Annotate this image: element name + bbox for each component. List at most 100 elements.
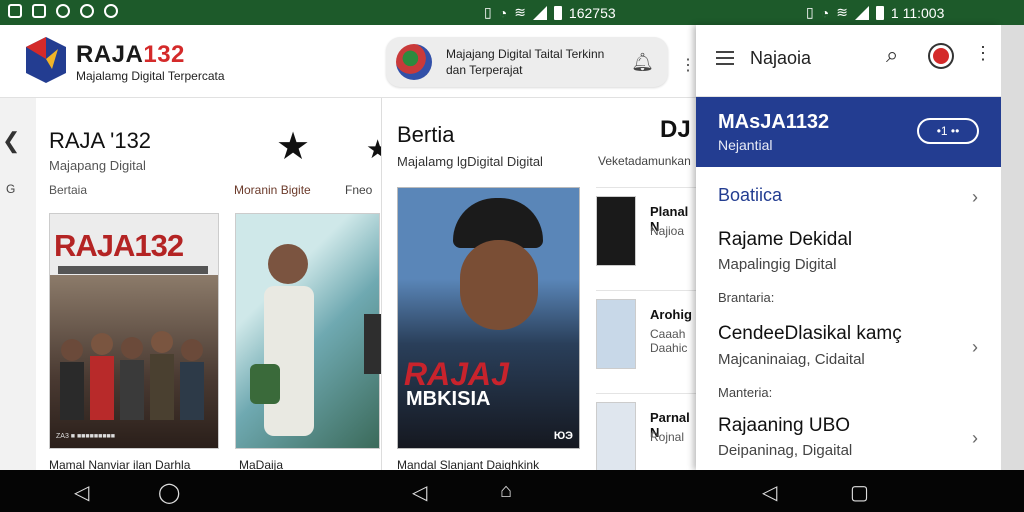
signal-icon [532, 5, 547, 20]
poster-band [58, 266, 208, 274]
column-featured: RAJA '132 Majapang Digital Bertaia ★ ★ M… [36, 98, 389, 472]
recents-icon[interactable]: ▢ [850, 480, 869, 505]
drawer-item-title[interactable]: Rajaaning UBO [718, 415, 850, 437]
background-edge [1001, 25, 1024, 470]
wifi-icon: ≋ [514, 4, 526, 20]
status-time-left: 162753 [568, 4, 616, 21]
screenshot-icon [8, 4, 22, 18]
system-nav-bar: ◁ ◯ ◁ ⌂ ◁ ▢ [0, 470, 1024, 512]
poster-badge: ЮЭ [553, 430, 573, 442]
chevron-right-icon[interactable]: › [972, 187, 978, 208]
search-icon[interactable]: ⌕ [886, 42, 898, 68]
home-icon[interactable]: ◯ [158, 480, 180, 505]
column1-subtitle: Majapang Digital [49, 158, 146, 173]
back-icon[interactable]: ◁ [74, 480, 89, 505]
more-options-icon[interactable]: ⋮ [974, 43, 992, 64]
more-options-icon[interactable]: ⋮ [680, 55, 696, 75]
battery-icon [875, 5, 884, 20]
notification-avatar [396, 44, 432, 80]
list-thumbnail [596, 196, 636, 266]
poster-footer: ZA3 ■ ■■■■■■■■■ [56, 433, 116, 440]
status-notification-icons [8, 4, 118, 18]
list-thumbnail [596, 402, 636, 472]
chevron-right-icon[interactable]: › [972, 428, 978, 449]
account-icon[interactable] [930, 45, 952, 67]
poster-raja132[interactable]: RAJA132 ZA3 ■ ■■■■■■■■■ [49, 213, 219, 449]
drawer-section-label[interactable]: Boatiica [718, 185, 782, 206]
column2-title: Bertia [397, 122, 455, 147]
home-icon[interactable]: ⌂ [500, 480, 512, 503]
list-item-title: Arohig [650, 307, 692, 322]
hero-pill-button[interactable]: •1 •• [917, 118, 979, 144]
status-time-right: 1 11:003 [890, 4, 945, 21]
notification-text: Majajang Digital Taital Terkinn dan Terp… [446, 47, 605, 77]
previous-column-edge[interactable]: ❮ G [0, 98, 36, 470]
hero-title: MAsJA1132 [718, 111, 830, 133]
brand-logo-icon[interactable] [22, 35, 68, 85]
drawer-app-bar: Najaoia ⌕ ⋮ [696, 25, 1001, 97]
column1-kicker: Bertaia [49, 183, 88, 197]
brand-prefix: RAJA [76, 41, 144, 68]
list-item-subtitle: Rojnal [650, 430, 685, 444]
notification-card[interactable]: Majajang Digital Taital Terkinn dan Terp… [386, 37, 668, 87]
list-item-subtitle: Caaah Daahic [650, 327, 688, 355]
drawer-item-label: Brantaria: [718, 290, 775, 305]
drawer-item-subtitle: Mapalingig Digital [718, 256, 837, 273]
navigation-drawer: Najaoia ⌕ ⋮ MAsJA1132 Nejantial •1 •• Bo… [696, 25, 1001, 470]
brand-accent: 132 [143, 41, 185, 68]
status-bar: ▯ ◔ ≋ 162753 ▯ ◔ ≋ 1 11:003 [0, 0, 1024, 25]
column1-more-link[interactable]: Moranin Bigite [234, 183, 311, 197]
poster-hero[interactable] [235, 213, 381, 449]
chevron-right-icon[interactable]: › [972, 337, 978, 358]
drawer-item-label: Manteria: [718, 385, 773, 400]
status-system-icons-right: ▯ ◔ ≋ 1 11:003 [806, 4, 944, 21]
star-icon[interactable]: ★ [276, 124, 310, 169]
poster-title: RAJA132 [54, 228, 184, 263]
signal-icon [854, 5, 869, 20]
back-icon[interactable]: ◁ [762, 480, 777, 505]
menu-icon[interactable] [716, 51, 734, 65]
list-item[interactable]: Arohig Caaah Daahic [596, 290, 697, 378]
column1-more-link-2[interactable]: Fneo [345, 183, 372, 197]
poster-subtitle: MBKISIA [406, 388, 491, 410]
heart-icon [56, 4, 70, 18]
edge-letter: G [6, 182, 16, 196]
battery-icon [553, 5, 562, 20]
people-illustration [60, 331, 204, 420]
alarm-icon: ◔ [498, 4, 508, 21]
list-item-subtitle: Najioa [650, 224, 685, 238]
drawer-item-title[interactable]: Rajame Dekidal [718, 229, 852, 251]
brand-tagline: Majalamg Digital Terpercata [76, 69, 225, 83]
poster-rajaj[interactable]: RAJAJ MBKISIA ЮЭ [397, 187, 580, 449]
status-system-icons-left: ▯ ◔ ≋ 162753 [484, 4, 616, 21]
drawer-item-title[interactable]: CendeeDlasikal kamç [718, 323, 902, 345]
settings-icon [80, 4, 94, 18]
column2-corner-label: DJ [660, 116, 691, 143]
brand-name[interactable]: RAJA132 [76, 41, 185, 69]
vibrate-icon: ▯ [806, 4, 814, 20]
drawer-hero[interactable]: MAsJA1132 Nejantial •1 •• [696, 97, 1001, 167]
drawer-item-subtitle: Deipaninag, Digaital [718, 442, 853, 459]
column2-more-link[interactable]: Veketadamunkan [598, 154, 691, 168]
drawer-item-subtitle: Majcaninaiag, Cidaital [718, 351, 865, 368]
message-icon [32, 4, 46, 18]
hero-subtitle: Nejantial [718, 137, 773, 153]
app-bar: RAJA132 Majalamg Digital Terpercata Maja… [0, 25, 696, 98]
app-icon [104, 4, 118, 18]
screen: ▯ ◔ ≋ 162753 ▯ ◔ ≋ 1 11:003 RAJA132 Maja… [0, 0, 1024, 512]
poster-face [460, 240, 538, 330]
back-icon[interactable]: ◁ [412, 480, 427, 505]
drawer-title: Najaoia [750, 48, 812, 68]
list-thumbnail [596, 299, 636, 369]
bell-icon[interactable]: 🔔︎ [631, 52, 654, 73]
column-berita: Bertia Majalamg lgDigital Digital DJ Vek… [381, 98, 697, 472]
column1-title: RAJA '132 [49, 128, 152, 153]
chevron-left-icon[interactable]: ❮ [2, 128, 20, 154]
list-item[interactable]: Planal N Najioa [596, 187, 697, 275]
alarm-icon: ◔ [820, 4, 830, 21]
list-item[interactable]: Parnal N Rojnal [596, 393, 697, 481]
wifi-icon: ≋ [836, 4, 848, 20]
hero-illustration [250, 244, 381, 436]
column2-subtitle: Majalamg lgDigital Digital [397, 154, 543, 169]
vibrate-icon: ▯ [484, 4, 492, 20]
